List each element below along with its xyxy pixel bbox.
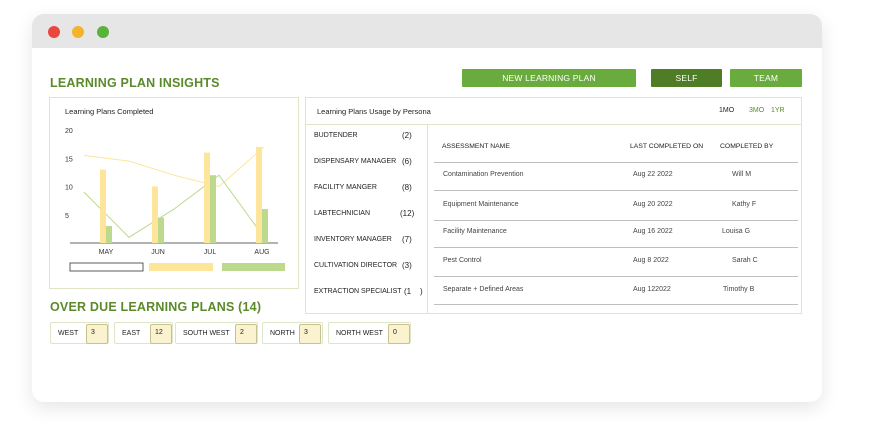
minimize-window-button[interactable] [72, 26, 84, 38]
row-divider [434, 220, 798, 221]
overdue-title: OVER DUE LEARNING PLANS (14) [50, 300, 262, 314]
assessment-name: Facility Maintenance [443, 228, 507, 235]
persona-item-facility-manager[interactable]: FACILITY MANGER [314, 184, 377, 191]
page-title: LEARNING PLAN INSIGHTS [50, 76, 220, 90]
region-count-badge: 0 [388, 324, 410, 344]
row-divider [434, 247, 798, 248]
close-window-button[interactable] [48, 26, 60, 38]
bar [210, 175, 216, 243]
assessment-name: Contamination Prevention [443, 171, 524, 178]
persona-divider [427, 125, 428, 314]
persona-item-dispensary-manager[interactable]: DISPENSARY MANAGER [314, 158, 396, 165]
team-toggle-button[interactable]: TEAM [730, 69, 802, 87]
app-window: LEARNING PLAN INSIGHTS NEW LEARNING PLAN… [32, 14, 822, 402]
last-completed-date: Aug 20 2022 [633, 201, 673, 208]
persona-item-budtender[interactable]: BUDTENDER [314, 132, 358, 139]
persona-item-cultivation-director[interactable]: CULTIVATION DIRECTOR [314, 262, 397, 269]
last-completed-date: Aug 8 2022 [633, 257, 669, 264]
completed-by: Will M [732, 171, 752, 178]
y-tick-label: 20 [65, 128, 73, 135]
persona-count: (3) [402, 261, 412, 270]
learning-plans-chart: 20 15 10 5 MAY JUN JUL AUG [65, 128, 285, 272]
completed-by: Timothy B [723, 286, 755, 293]
bar [100, 169, 106, 243]
region-north-west[interactable]: NORTH WEST 0 [328, 322, 411, 344]
completed-by: Sarah C [732, 257, 758, 264]
column-header-assessment: ASSESSMENT NAME [442, 143, 510, 150]
last-completed-date: Aug 22 2022 [633, 171, 673, 178]
persona-panel-title: Learning Plans Usage by Persona [317, 107, 431, 116]
region-east[interactable]: EAST 12 [114, 322, 173, 344]
persona-count: (2) [402, 131, 412, 140]
title-bar [32, 14, 822, 48]
range-3mo-tab[interactable]: 3MO [749, 107, 764, 114]
x-tick-label: JUN [151, 249, 165, 256]
region-count-badge: 2 [235, 324, 257, 344]
bar [262, 209, 268, 243]
learning-plans-completed-panel: Learning Plans Completed 20 15 10 5 MAY JUN JU… [49, 97, 299, 289]
bar [204, 152, 210, 243]
completed-by: Kathy F [732, 201, 757, 208]
y-tick-label: 5 [65, 213, 69, 220]
range-1yr-tab[interactable]: 1YR [771, 107, 785, 114]
column-header-completed-by: COMPLETED BY [720, 143, 774, 150]
region-label: NORTH [270, 330, 295, 337]
bar [158, 217, 164, 243]
persona-count: (7) [402, 235, 412, 244]
region-label: NORTH WEST [336, 330, 383, 337]
region-west[interactable]: WEST 3 [50, 322, 109, 344]
region-label: EAST [122, 330, 141, 337]
x-tick-label: JUL [204, 249, 217, 256]
trend-line [83, 146, 265, 188]
completed-by: Louisa G [722, 228, 751, 235]
region-label: WEST [58, 330, 79, 337]
legend-swatch [149, 263, 213, 271]
new-learning-plan-button[interactable]: NEW LEARNING PLAN [462, 69, 636, 87]
row-divider [434, 276, 798, 277]
self-toggle-button[interactable]: SELF [651, 69, 722, 87]
bar [152, 186, 158, 243]
assessment-name: Pest Control [443, 257, 482, 264]
persona-item-inventory-manager[interactable]: INVENTORY MANAGER [314, 236, 392, 243]
region-south-west[interactable]: SOUTH WEST 2 [175, 322, 258, 344]
legend-swatch [222, 263, 285, 271]
row-divider [434, 304, 798, 305]
bar [256, 146, 262, 243]
range-1mo-tab[interactable]: 1MO [719, 107, 734, 114]
region-label: SOUTH WEST [183, 330, 230, 337]
region-north[interactable]: NORTH 3 [262, 322, 323, 344]
column-header-last-completed: LAST COMPLETED ON [630, 143, 704, 150]
persona-usage-panel: Learning Plans Usage by Persona 1MO 3MO … [305, 97, 802, 314]
x-tick-label: MAY [99, 249, 114, 256]
last-completed-date: Aug 16 2022 [633, 228, 673, 235]
legend-swatch [69, 262, 144, 272]
persona-count: (1 ) [404, 287, 423, 296]
region-count-badge: 3 [86, 324, 108, 344]
persona-count: (12) [400, 209, 415, 218]
row-divider [434, 162, 798, 163]
x-tick-label: AUG [254, 249, 269, 256]
assessment-name: Separate + Defined Areas [443, 286, 524, 293]
persona-count: (8) [402, 183, 412, 192]
y-tick-label: 10 [65, 185, 73, 192]
bar [106, 226, 112, 243]
persona-count: (6) [402, 157, 412, 166]
y-tick-label: 15 [65, 156, 73, 163]
last-completed-date: Aug 122022 [633, 286, 671, 293]
maximize-window-button[interactable] [97, 26, 109, 38]
row-divider [434, 190, 798, 191]
assessment-name: Equipment Maintenance [443, 201, 519, 208]
persona-item-extraction-specialist[interactable]: EXTRACTION SPECIALIST [314, 288, 402, 295]
persona-item-labtechnician[interactable]: LABTECHNICIAN [314, 210, 370, 217]
region-count-badge: 12 [150, 324, 172, 344]
region-count-badge: 3 [299, 324, 321, 344]
persona-panel-header: Learning Plans Usage by Persona 1MO 3MO … [306, 98, 801, 125]
